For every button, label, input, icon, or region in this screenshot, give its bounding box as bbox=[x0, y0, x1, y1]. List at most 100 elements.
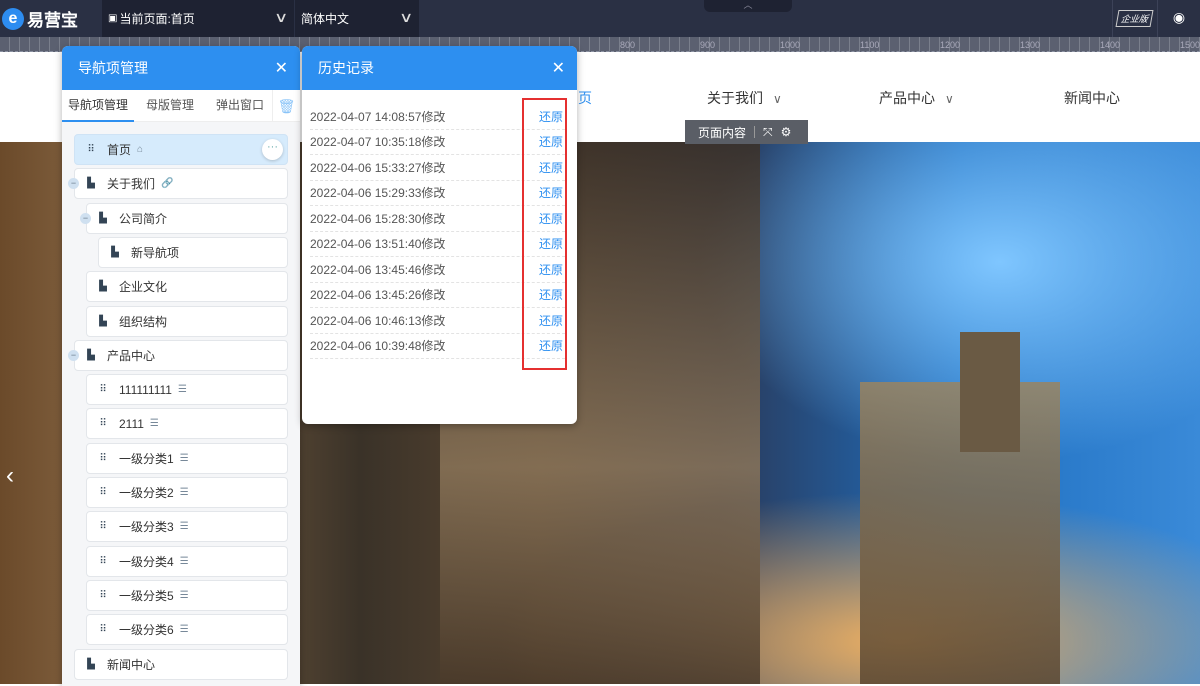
nav-tree-item[interactable]: ⠿ 一级分类6 ☰ bbox=[86, 614, 288, 646]
nav-tree-item[interactable]: ⠿ 一级分类2 ☰ bbox=[86, 477, 288, 508]
chevron-down-icon: ∨ bbox=[398, 9, 414, 25]
nav-item-label: 新闻中心 bbox=[107, 657, 156, 672]
gear-icon[interactable]: ⚙ bbox=[781, 125, 792, 139]
logo: e 易营宝 bbox=[0, 0, 88, 37]
site-nav-label: 新闻中心 bbox=[1064, 90, 1120, 106]
nav-tree-item[interactable]: ⠿ 111111111 ☰ bbox=[86, 374, 288, 406]
grid-icon: ⠿ bbox=[99, 487, 107, 498]
history-timestamp: 2022-04-06 13:45:46修改 bbox=[310, 262, 446, 277]
logo-text: 易营宝 bbox=[27, 11, 78, 30]
nav-tree-item[interactable]: ⠿ 一级分类4 ☰ bbox=[86, 545, 288, 577]
panel-header: 历史记录 ✕ bbox=[302, 46, 577, 90]
list-icon: ☰ bbox=[179, 589, 189, 601]
ruler-tick-label: 1100 bbox=[860, 40, 880, 50]
language-select[interactable]: 简体中文 ∨ bbox=[295, 0, 419, 37]
tab-popup-window[interactable]: 弹出窗口 bbox=[210, 90, 270, 122]
grid-icon: ⠿ bbox=[99, 384, 107, 396]
nav-manager-panel: 导航项管理 ✕ 导航项管理 母版管理 弹出窗口 🗑 ⠿ 首页 ⌂ ··· ▙ 关于我们 🔗 − ▙… bbox=[62, 46, 300, 686]
nav-tree-item[interactable]: ▙ 企业文化 bbox=[86, 271, 288, 303]
language-label: 简体中文 bbox=[301, 12, 350, 26]
panel-title: 导航项管理 bbox=[78, 60, 148, 76]
preview-eye-icon[interactable]: ◉ bbox=[1168, 9, 1190, 27]
page-icon: ▙ bbox=[99, 281, 107, 293]
page-icon: ▙ bbox=[87, 349, 95, 361]
site-nav-products[interactable]: 产品中心 ∨ bbox=[879, 88, 954, 108]
carousel-prev-arrow[interactable]: ‹ bbox=[6, 462, 14, 490]
ruler-tick-label: 1200 bbox=[940, 40, 961, 50]
grid-icon: ⠿ bbox=[99, 521, 107, 533]
hero-tower bbox=[960, 332, 1020, 452]
site-nav-label: 产品中心 bbox=[879, 90, 935, 106]
nav-tree-item[interactable]: ⠿ 2111 ☰ bbox=[86, 408, 288, 440]
nav-tree-item[interactable]: ▙ 新导航项 bbox=[98, 236, 288, 268]
close-icon[interactable]: ✕ bbox=[275, 58, 288, 78]
nav-tree-item[interactable]: ▙ 关于我们 🔗 bbox=[74, 168, 288, 200]
nav-tree-item[interactable]: ▙ 公司简介 bbox=[86, 202, 288, 234]
grid-icon: ⠿ bbox=[99, 418, 107, 430]
more-options-button[interactable]: ··· bbox=[262, 139, 283, 160]
nav-item-label: 111111111 bbox=[119, 382, 172, 397]
collapse-toggle[interactable]: − bbox=[68, 349, 79, 361]
list-icon: ☰ bbox=[149, 418, 159, 430]
list-icon: ☰ bbox=[179, 624, 189, 636]
grid-icon: ⠿ bbox=[99, 589, 107, 601]
nav-tree-item[interactable]: ⠿ 一级分类1 ☰ bbox=[86, 442, 288, 474]
toolbox-label: 页面内容 bbox=[698, 125, 747, 140]
list-icon: ☰ bbox=[179, 555, 189, 567]
ruler-tick-label: 1300 bbox=[1020, 40, 1041, 50]
page-content-toolbox: 页面内容 ⤧ ⚙ bbox=[685, 120, 808, 144]
ruler-tick-label: 1400 bbox=[1100, 40, 1121, 50]
nav-item-label: 一级分类3 bbox=[119, 520, 174, 535]
chevron-up-icon: ︿ bbox=[743, 0, 753, 10]
nav-tree-item[interactable]: ⠿ 一级分类3 ☰ bbox=[86, 511, 288, 543]
nav-item-label: 2111 bbox=[119, 416, 144, 431]
page-icon: ▙ bbox=[99, 315, 107, 327]
top-bar: e 易营宝 ▣ 当前页面:首页 ∨ 简体中文 ∨ ︿ 企业版 ◉ bbox=[0, 0, 1200, 37]
unlink-icon[interactable]: ⤧ bbox=[763, 125, 773, 140]
nav-tree-item[interactable]: ▙ 新闻中心 bbox=[74, 648, 288, 680]
site-nav-about[interactable]: 关于我们 ∨ bbox=[707, 88, 782, 108]
collapse-toolbar-button[interactable]: ︿ bbox=[704, 0, 792, 12]
panel-tabs: 导航项管理 母版管理 弹出窗口 🗑 bbox=[62, 90, 300, 122]
chevron-down-icon: ∨ bbox=[273, 9, 289, 25]
ruler-tick-label: 1500 bbox=[1180, 40, 1200, 50]
close-icon[interactable]: ✕ bbox=[552, 58, 565, 78]
nav-item-label: 一级分类1 bbox=[119, 451, 174, 466]
site-nav-news[interactable]: 新闻中心 bbox=[1064, 88, 1120, 108]
history-timestamp: 2022-04-06 10:46:13修改 bbox=[310, 313, 446, 328]
history-timestamp: 2022-04-07 10:35:18修改 bbox=[310, 135, 446, 150]
nav-tree-item[interactable]: ▙ 产品中心 bbox=[74, 339, 288, 371]
page-icon: ▙ bbox=[87, 178, 95, 190]
page-icon: ▣ bbox=[108, 13, 118, 24]
nav-tree-item[interactable]: ▙ 组织结构 bbox=[86, 305, 288, 337]
list-icon: ☰ bbox=[179, 521, 189, 533]
page-icon: ▙ bbox=[99, 212, 107, 224]
nav-tree-item[interactable]: ⠿ 一级分类5 ☰ bbox=[86, 579, 288, 611]
site-nav-home[interactable]: 页 bbox=[578, 88, 592, 108]
current-page-select[interactable]: ▣ 当前页面:首页 ∨ bbox=[102, 0, 294, 37]
tab-nav-manager[interactable]: 导航项管理 bbox=[62, 90, 135, 122]
history-timestamp: 2022-04-06 15:29:33修改 bbox=[310, 186, 446, 201]
nav-item-label: 一级分类5 bbox=[119, 588, 174, 603]
grid-icon: ⠿ bbox=[99, 555, 107, 567]
history-timestamp: 2022-04-07 14:08:57修改 bbox=[310, 109, 446, 124]
tab-master-manager[interactable]: 母版管理 bbox=[140, 90, 200, 122]
ruler-tick-label: 800 bbox=[620, 40, 636, 50]
nav-item-label: 一级分类4 bbox=[119, 554, 174, 569]
nav-item-label: 首页 bbox=[107, 143, 132, 157]
nav-item-label: 一级分类6 bbox=[119, 623, 174, 638]
site-nav-label: 页 bbox=[578, 90, 592, 106]
home-icon: ⌂ bbox=[137, 144, 144, 155]
page-icon: ▙ bbox=[111, 246, 119, 258]
trash-icon[interactable]: 🗑 bbox=[272, 90, 300, 122]
nav-item-label: 新导航项 bbox=[131, 245, 180, 260]
nav-tree-item[interactable]: ⠿ 首页 ⌂ ··· bbox=[74, 134, 288, 165]
collapse-toggle[interactable]: − bbox=[80, 212, 91, 224]
grid-icon: ⠿ bbox=[87, 144, 95, 155]
edition-label: 企业版 bbox=[1115, 10, 1154, 27]
history-timestamp: 2022-04-06 15:28:30修改 bbox=[310, 211, 446, 226]
site-nav-label: 关于我们 bbox=[707, 90, 763, 106]
nav-tree: ⠿ 首页 ⌂ ··· ▙ 关于我们 🔗 − ▙ 公司简介 − ▙ 新导航项 ▙ 企业文化 ▙ 组织结构 ▙ 产品中心… bbox=[62, 122, 300, 686]
panel-title: 历史记录 bbox=[318, 60, 374, 76]
panel-header: 导航项管理 ✕ bbox=[62, 46, 300, 90]
